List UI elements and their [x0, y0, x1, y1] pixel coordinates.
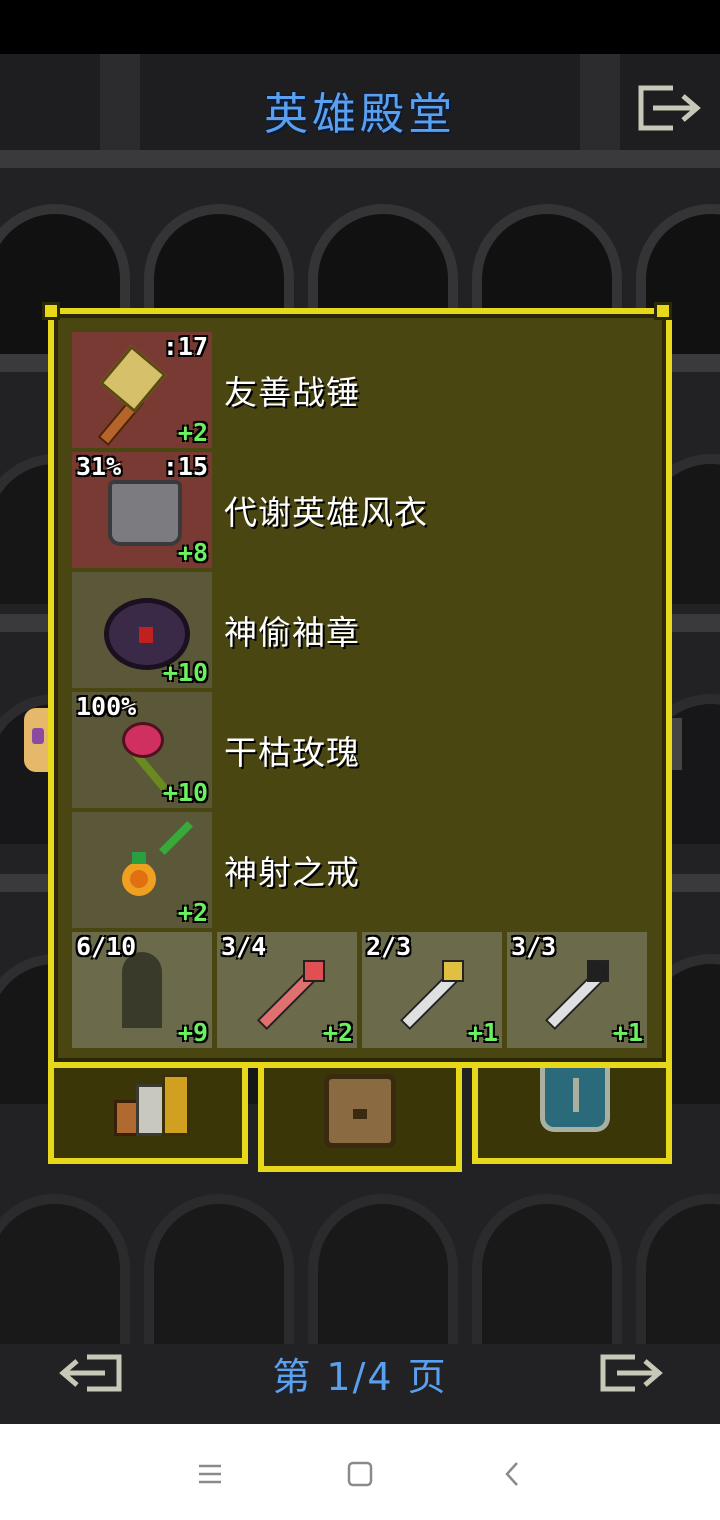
- item-name: 神射之戒: [224, 853, 360, 892]
- home-button[interactable]: [340, 1454, 380, 1494]
- panel-corner: [42, 302, 60, 320]
- tab-journal[interactable]: [48, 1068, 248, 1164]
- arrow-right-icon: [600, 1354, 663, 1392]
- item-level: +8: [177, 538, 208, 567]
- page-title: 英雄殿堂: [264, 89, 456, 140]
- home-icon: [347, 1461, 373, 1487]
- next-page-button[interactable]: [596, 1348, 666, 1398]
- ghost-artifact-icon: [122, 952, 162, 1028]
- quickslot[interactable]: 2/3 +1: [362, 932, 502, 1048]
- tab-bar: [48, 1068, 672, 1172]
- list-item[interactable]: 100% +10 干枯玫瑰: [72, 692, 648, 808]
- item-slot[interactable]: +10: [72, 572, 212, 688]
- quickslot-level: +1: [467, 1018, 498, 1047]
- back-icon: [505, 1462, 518, 1486]
- ring-icon: [122, 862, 156, 896]
- item-durability: :17: [162, 332, 208, 361]
- item-name: 神偷袖章: [224, 613, 360, 652]
- wand-tip: [587, 960, 609, 982]
- books-icon: [114, 1074, 190, 1136]
- rose-icon: [122, 722, 164, 758]
- panel-corner: [654, 302, 672, 320]
- tab-badges[interactable]: [472, 1068, 672, 1164]
- item-name: 干枯玫瑰: [224, 733, 360, 772]
- tab-backpack[interactable]: [258, 1068, 462, 1172]
- list-item[interactable]: :17 +2 友善战锤: [72, 332, 648, 448]
- item-level: +2: [177, 418, 208, 447]
- quickslot-level: +2: [322, 1018, 353, 1047]
- item-slot[interactable]: 31% :15 +8: [72, 452, 212, 568]
- back-button[interactable]: [492, 1454, 532, 1494]
- item-charge: 100%: [76, 692, 137, 721]
- quickslot[interactable]: 6/10 +9: [72, 932, 212, 1048]
- quickslot[interactable]: 3/4 +2: [217, 932, 357, 1048]
- wand-tip: [303, 960, 325, 982]
- quickslot-level: +1: [612, 1018, 643, 1047]
- system-navigation-bar: [0, 1424, 720, 1520]
- ring-gem: [132, 852, 146, 864]
- item-level: +10: [162, 658, 208, 687]
- item-slot[interactable]: 100% +10: [72, 692, 212, 808]
- quickslot[interactable]: 3/3 +1: [507, 932, 647, 1048]
- wand-tip: [442, 960, 464, 982]
- item-slot[interactable]: :17 +2: [72, 332, 212, 448]
- hammer-head: [99, 345, 167, 413]
- menu-button[interactable]: [190, 1454, 230, 1494]
- arrow-indicator-icon: [159, 821, 193, 855]
- item-charge: 31%: [76, 452, 122, 481]
- item-durability: :15: [162, 452, 208, 481]
- exit-button[interactable]: [632, 80, 708, 136]
- list-item[interactable]: 31% :15 +8 代谢英雄风衣: [72, 452, 648, 568]
- quickslot-charges: 3/3: [511, 932, 557, 961]
- side-item-left: [24, 708, 48, 772]
- item-level: +2: [177, 898, 208, 927]
- menu-icon: [199, 1464, 221, 1484]
- quickslot-level: +9: [177, 1018, 208, 1047]
- list-item[interactable]: +10 神偷袖章: [72, 572, 648, 688]
- exit-icon: [638, 85, 701, 131]
- quickslot-row: 6/10 +9 3/4 +2 2/3 +1 3/3 +1: [72, 932, 648, 1048]
- quickslot-charges: 6/10: [76, 932, 137, 961]
- list-item[interactable]: +2 神射之戒: [72, 812, 648, 928]
- item-slot[interactable]: +2: [72, 812, 212, 928]
- status-bar: [0, 0, 720, 54]
- item-name: 代谢英雄风衣: [224, 493, 428, 532]
- quickslot-charges: 3/4: [221, 932, 267, 961]
- shield-icon: [540, 1068, 610, 1132]
- armor-icon: [108, 480, 182, 546]
- item-name: 友善战锤: [224, 373, 360, 412]
- backpack-icon: [324, 1074, 396, 1148]
- quickslot-charges: 2/3: [366, 932, 412, 961]
- item-level: +10: [162, 778, 208, 807]
